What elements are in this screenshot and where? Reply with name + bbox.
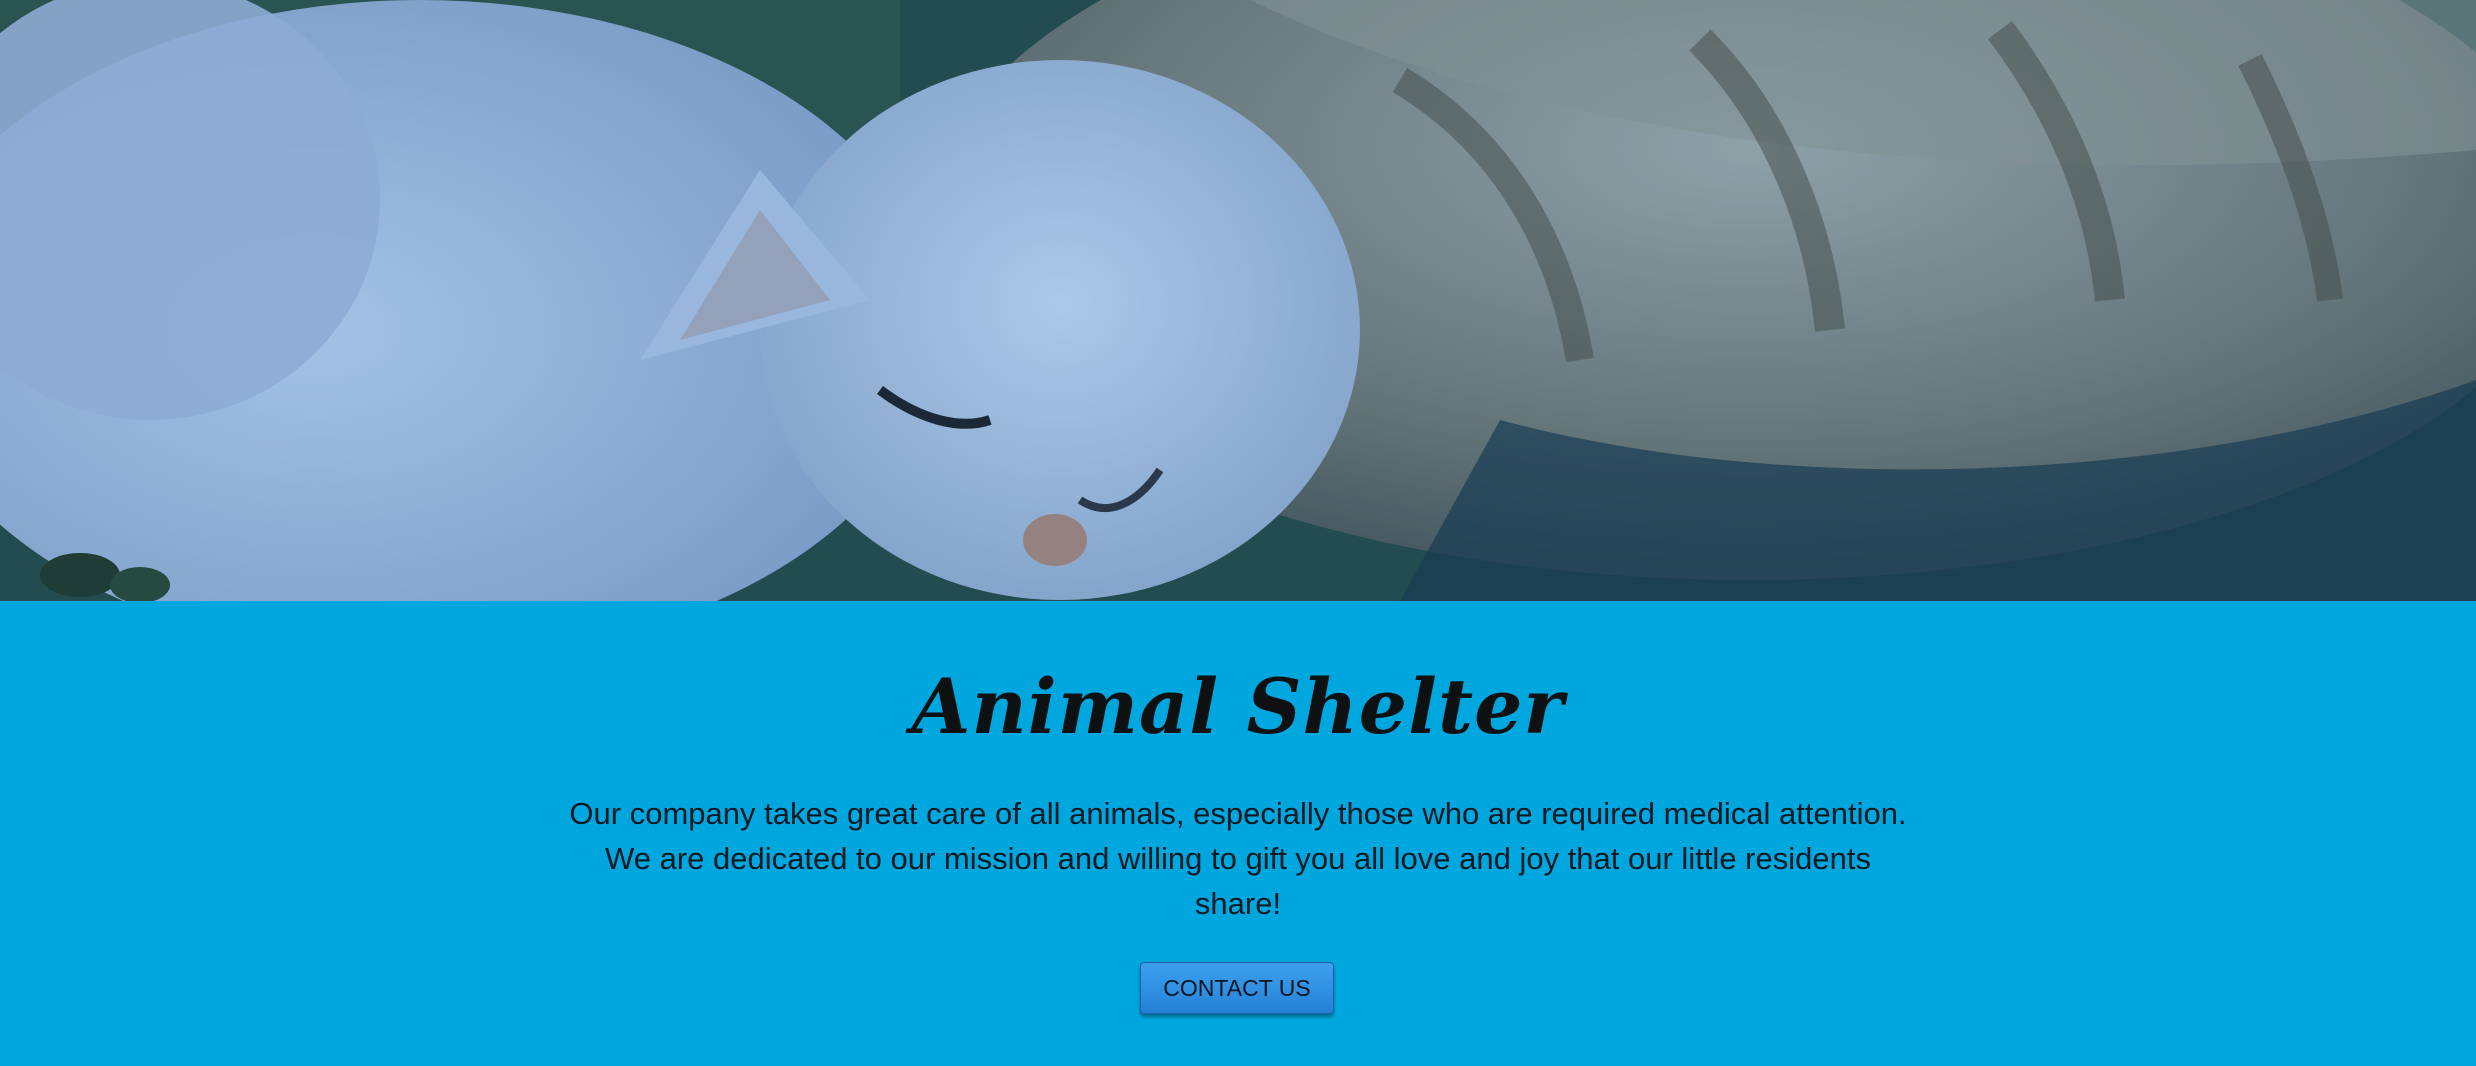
mission-description: Our company takes great care of all anim… [569, 796, 1907, 921]
page-title: Animal Shelter [911, 662, 1565, 751]
hero-photo [0, 0, 2476, 601]
intro-section: Animal Shelter Our company takes great c… [0, 601, 2476, 1066]
cat-photo-illustration [0, 0, 2476, 601]
contact-us-button[interactable]: CONTACT US [1140, 962, 1334, 1014]
